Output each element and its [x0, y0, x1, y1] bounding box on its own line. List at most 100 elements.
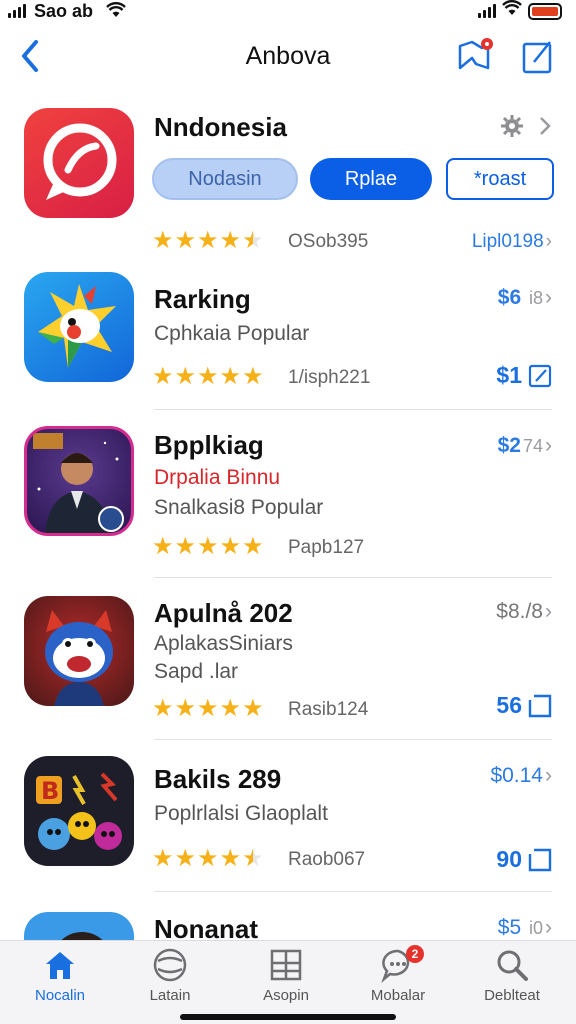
- rplae-button[interactable]: Rplae: [310, 158, 432, 200]
- tab-asopin[interactable]: Asopin: [236, 947, 336, 1017]
- featured-meta: OSob395: [288, 231, 369, 252]
- app-icon-bird[interactable]: [24, 272, 134, 382]
- price-label[interactable]: $2 74›: [498, 434, 552, 458]
- app-subtitle-secondary: Sapd .lar: [154, 660, 239, 683]
- chevron-right-icon: ›: [545, 764, 552, 787]
- nodasin-button[interactable]: Nodasin: [152, 158, 298, 200]
- tab-mobalar[interactable]: 2 Mobalar: [348, 945, 448, 1017]
- tab-home[interactable]: Nocalin: [10, 947, 110, 1017]
- svg-text:B: B: [41, 777, 59, 805]
- app-meta: 1/isph221: [288, 367, 371, 388]
- star-icon: ★: [242, 362, 264, 390]
- star-icon: ★: [174, 694, 197, 722]
- star-icon: ★: [152, 532, 174, 560]
- rating-stars: ★ ★ ★ ★ ★: [152, 696, 264, 720]
- cellular-signal-icon: [8, 4, 26, 18]
- star-icon: ★: [152, 362, 174, 390]
- star-icon: ★: [174, 226, 197, 254]
- star-icon: ★: [197, 844, 219, 872]
- app-subtitle-highlight: Drpalia Binnu: [154, 466, 281, 489]
- app-icon-mascot[interactable]: [24, 596, 134, 706]
- app-subtitle: Snalkasi8 Popular: [154, 496, 324, 519]
- star-icon: ★: [242, 226, 264, 254]
- rating-stars: ★ ★ ★ ★ ★: [152, 846, 264, 870]
- featured-app-row[interactable]: Nndonesia Nodasin Rplae *roast ★ ★ ★ ★ ★ OSo…: [0, 100, 576, 260]
- star-icon: ★: [219, 362, 242, 390]
- star-icon: ★: [197, 226, 219, 254]
- tab-bar: Nocalin Latain Asopin 2 Mobalar Deblteat: [0, 940, 576, 1024]
- status-bar: Sao ab: [0, 0, 576, 26]
- compose-icon[interactable]: [520, 36, 556, 76]
- star-icon: ★: [152, 694, 174, 722]
- app-subtitle: AplakasSiniars: [154, 632, 293, 655]
- star-icon: ★: [242, 694, 264, 722]
- wifi-icon: [106, 2, 126, 23]
- chevron-right-icon: ›: [545, 434, 552, 457]
- featured-link[interactable]: Lipl0198 ›: [472, 231, 552, 253]
- app-name[interactable]: Bakils 289: [154, 764, 281, 795]
- star-icon: ★: [197, 694, 219, 722]
- star-icon: ★: [219, 694, 242, 722]
- list-item[interactable]: Rarking Cphkaia Popular ★ ★ ★ ★ ★ 1/isph221 …: [0, 262, 576, 410]
- star-icon: ★: [197, 532, 219, 560]
- buy-button[interactable]: 56: [496, 692, 552, 719]
- chevron-right-icon[interactable]: [538, 114, 552, 143]
- price-label[interactable]: $5 i0›: [498, 916, 552, 940]
- star-icon: ★: [174, 844, 197, 872]
- search-icon: [497, 950, 528, 981]
- app-icon-portrait[interactable]: [24, 426, 134, 536]
- chevron-right-icon: ›: [545, 600, 552, 623]
- price-label[interactable]: $8./8›: [496, 600, 552, 624]
- chevron-right-icon: ›: [545, 286, 552, 309]
- app-icon-characters[interactable]: B: [24, 756, 134, 866]
- list-item[interactable]: Apulnå 202 AplakasSiniars Sapd .lar ★ ★ ★ ★…: [0, 578, 576, 740]
- tab-search[interactable]: Deblteat: [462, 947, 562, 1017]
- star-icon: ★: [152, 844, 174, 872]
- price-label[interactable]: $0.14›: [490, 764, 552, 788]
- rating-stars: ★ ★ ★ ★ ★: [152, 228, 264, 252]
- square-icon: [528, 694, 552, 717]
- carrier-label: Sao ab: [34, 1, 94, 21]
- gear-icon[interactable]: [500, 114, 524, 143]
- star-icon: ★: [197, 362, 219, 390]
- star-icon: ★: [242, 532, 264, 560]
- list-item[interactable]: Bpplkiag Drpalia Binnu Snalkasi8 Popular…: [0, 410, 576, 578]
- home-icon: [46, 952, 74, 979]
- notification-badge: 2: [406, 945, 424, 963]
- battery-icon: [528, 3, 562, 20]
- star-icon: ★: [152, 226, 174, 254]
- rating-stars: ★ ★ ★ ★ ★: [152, 364, 264, 388]
- star-icon: ★: [174, 532, 197, 560]
- list-item[interactable]: B Bakils 289 Poplrlalsi Glaoplalt ★ ★ ★ ★ ★ …: [0, 740, 576, 892]
- app-meta: Raob067: [288, 849, 366, 870]
- app-subtitle: Cphkaia Popular: [154, 322, 310, 345]
- globe-icon: [153, 948, 187, 982]
- star-icon: ★: [242, 844, 264, 872]
- compose-icon: [528, 364, 552, 387]
- square-icon: [528, 848, 552, 871]
- featured-app-name[interactable]: Nndonesia: [154, 112, 287, 143]
- star-icon: ★: [174, 362, 197, 390]
- app-name[interactable]: Apulnå 202: [154, 598, 293, 629]
- price-label[interactable]: $6 i8›: [498, 286, 552, 310]
- app-name[interactable]: Bpplkiag: [154, 430, 264, 461]
- app-meta: Rasib124: [288, 699, 369, 720]
- navigation-bar: Anbova: [0, 30, 576, 84]
- app-icon-chat[interactable]: [24, 108, 134, 218]
- tab-latain[interactable]: Latain: [120, 947, 220, 1017]
- chevron-right-icon: ›: [545, 916, 552, 939]
- app-subtitle: Poplrlalsi Glaoplalt: [154, 802, 328, 825]
- buy-button[interactable]: 90: [496, 846, 552, 873]
- home-indicator: [180, 1014, 396, 1020]
- buy-button[interactable]: $1: [496, 362, 552, 389]
- star-icon: ★: [219, 532, 242, 560]
- app-name[interactable]: Rarking: [154, 284, 251, 315]
- app-meta: Papb127: [288, 537, 365, 558]
- chevron-right-icon: ›: [545, 231, 552, 252]
- bookmark-icon[interactable]: [454, 34, 496, 76]
- cellular-signal-right-icon: [478, 4, 496, 18]
- rating-stars: ★ ★ ★ ★ ★: [152, 534, 264, 558]
- grid-icon: [270, 949, 302, 981]
- star-icon: ★: [219, 226, 242, 254]
- roast-button[interactable]: *roast: [446, 158, 554, 200]
